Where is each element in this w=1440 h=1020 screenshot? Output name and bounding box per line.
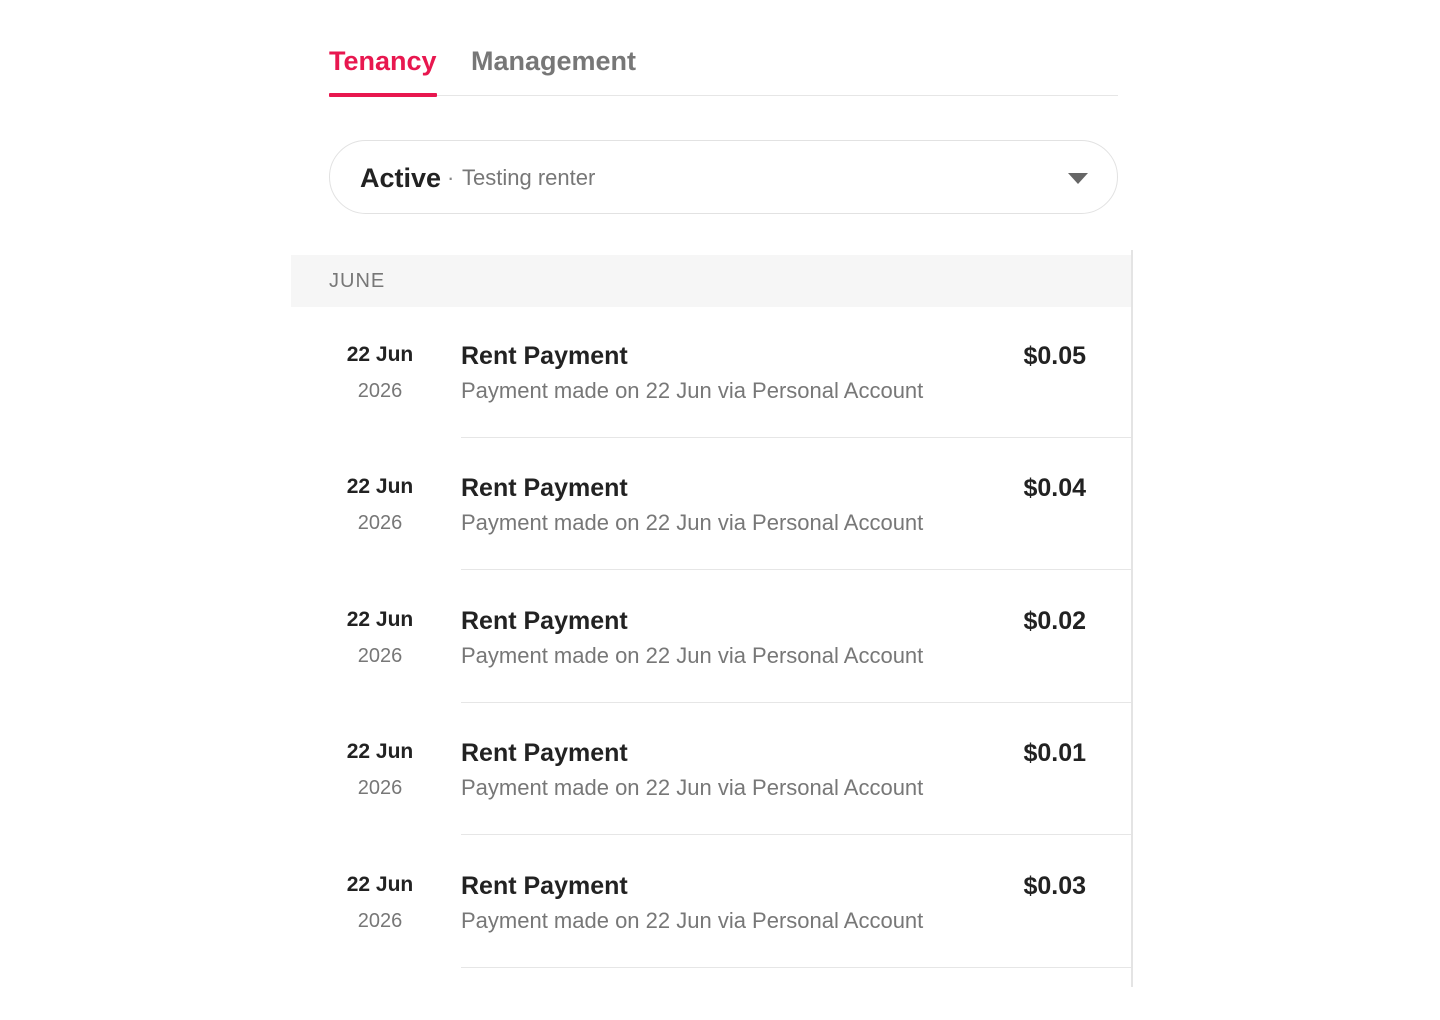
transaction-amount: $0.01	[1023, 739, 1086, 767]
tenancy-status: Active	[360, 163, 442, 193]
row-divider	[461, 967, 1131, 968]
transaction-amount: $0.05	[1023, 342, 1086, 370]
transaction-description: Payment made on 22 Jun via Personal Acco…	[461, 908, 924, 933]
transaction-title: Rent Payment	[461, 474, 628, 502]
tab-tenancy[interactable]: Tenancy	[329, 44, 437, 97]
transaction-amount: $0.02	[1023, 607, 1086, 635]
transaction-date-day: 22 Jun	[346, 873, 414, 896]
tenancy-selector-dropdown[interactable]: Active · Testing renter	[329, 140, 1118, 214]
transaction-title: Rent Payment	[461, 607, 628, 635]
tab-management[interactable]: Management	[471, 44, 636, 96]
transaction-date-year: 2026	[357, 910, 403, 932]
transaction-title: Rent Payment	[461, 342, 628, 370]
transaction-row[interactable]: 22 Jun 2026 Rent Payment Payment made on…	[291, 515, 1131, 703]
transaction-amount: $0.04	[1023, 474, 1086, 502]
transaction-row[interactable]: 22 Jun 2026 Rent Payment Payment made on…	[291, 780, 1131, 968]
tab-bar: Tenancy Management	[329, 0, 1118, 97]
tenant-name: Testing renter	[462, 165, 596, 190]
separator-dot: ·	[447, 165, 455, 190]
transaction-row[interactable]: 22 Jun 2026 Rent Payment Payment made on…	[291, 382, 1131, 570]
transaction-row[interactable]: 22 Jun 2026 Rent Payment Payment made on…	[291, 647, 1131, 835]
chevron-down-icon[interactable]	[1068, 173, 1088, 184]
transaction-date-day: 22 Jun	[346, 608, 414, 631]
transaction-date-day: 22 Jun	[346, 343, 414, 366]
transactions-list[interactable]: JUNE 22 Jun 2026 Rent Payment Payment ma…	[291, 250, 1133, 987]
transaction-date-day: 22 Jun	[346, 475, 414, 498]
transaction-date-day: 22 Jun	[346, 740, 414, 763]
transaction-amount: $0.03	[1023, 872, 1086, 900]
transaction-title: Rent Payment	[461, 872, 628, 900]
transaction-title: Rent Payment	[461, 739, 628, 767]
transaction-row[interactable]: 22 Jun 2026 Rent Payment Payment made on…	[291, 250, 1131, 438]
